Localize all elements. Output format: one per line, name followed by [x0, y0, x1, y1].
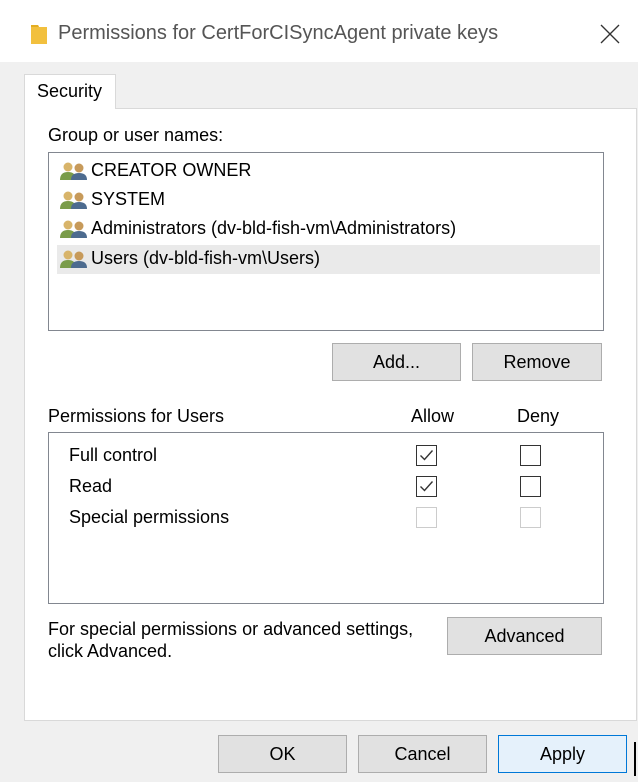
tab-label: Security [37, 81, 103, 101]
permissions-label: Permissions for Users [48, 406, 225, 426]
list-item-label: SYSTEM [91, 189, 166, 209]
permissions-list: Full control Read Special permissions [48, 432, 604, 604]
users-icon [60, 162, 87, 180]
full-control-allow-checkbox[interactable] [416, 445, 437, 466]
close-icon [600, 24, 620, 44]
advanced-button[interactable]: Advanced [447, 617, 602, 655]
permission-label: Read [69, 476, 113, 496]
list-item-label: Administrators (dv-bld-fish-vm\Administr… [91, 218, 457, 238]
users-icon [60, 220, 87, 238]
checkmark-icon [420, 481, 434, 492]
read-allow-checkbox[interactable] [416, 476, 437, 497]
close-button[interactable] [590, 16, 630, 52]
full-control-deny-checkbox[interactable] [520, 445, 541, 466]
users-icon [60, 250, 87, 268]
advanced-hint-line1: For special permissions or advanced sett… [48, 619, 414, 639]
list-item-label: Users (dv-bld-fish-vm\Users) [91, 248, 321, 268]
group-list-label: Group or user names: [48, 125, 224, 145]
cancel-button-label: Cancel [394, 744, 451, 764]
add-button[interactable]: Add... [332, 343, 461, 381]
special-permissions-deny-checkbox [520, 507, 541, 528]
special-permissions-allow-checkbox [416, 507, 437, 528]
permission-label: Full control [69, 445, 158, 465]
group-user-list[interactable]: CREATOR OWNER SYSTEM Administrators (dv-… [48, 152, 604, 331]
advanced-hint-line2: click Advanced. [48, 641, 173, 661]
read-deny-checkbox[interactable] [520, 476, 541, 497]
list-item-label: CREATOR OWNER [91, 160, 252, 180]
users-icon [60, 191, 87, 209]
remove-button[interactable]: Remove [472, 343, 602, 381]
add-button-label: Add... [372, 352, 421, 372]
title-bar: Permissions for CertForCISyncAgent priva… [0, 0, 638, 62]
apply-button-label: Apply [539, 744, 586, 764]
list-item[interactable]: SYSTEM [57, 186, 600, 215]
text-cursor [634, 742, 636, 776]
list-item-selected[interactable]: Users (dv-bld-fish-vm\Users) [57, 245, 600, 274]
deny-header: Deny [517, 406, 560, 426]
advanced-button-label: Advanced [484, 626, 565, 646]
folder-icon [31, 25, 47, 44]
ok-button-label: OK [269, 744, 296, 764]
tab-security[interactable]: Security [24, 74, 116, 109]
checkmark-icon [420, 450, 434, 461]
window-title: Permissions for CertForCISyncAgent priva… [58, 22, 499, 44]
permission-label: Special permissions [69, 507, 230, 527]
allow-header: Allow [411, 406, 455, 426]
apply-button[interactable]: Apply [498, 735, 627, 773]
remove-button-label: Remove [503, 352, 571, 372]
list-item[interactable]: CREATOR OWNER [57, 157, 600, 186]
list-item[interactable]: Administrators (dv-bld-fish-vm\Administr… [57, 215, 600, 244]
cancel-button[interactable]: Cancel [358, 735, 487, 773]
ok-button[interactable]: OK [218, 735, 347, 773]
